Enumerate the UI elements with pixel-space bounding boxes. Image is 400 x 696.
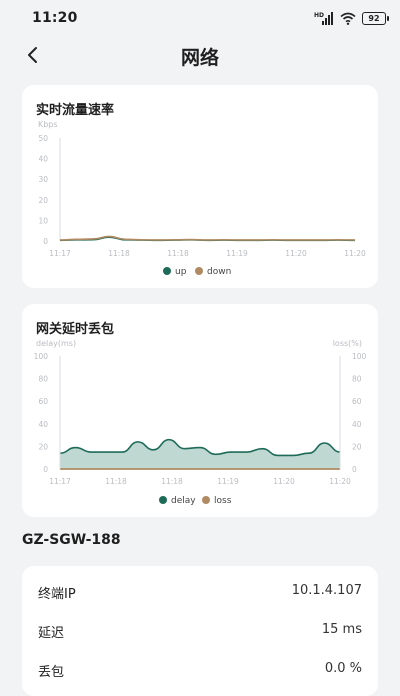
traffic-rate-title: 实时流量速率 [36,103,115,118]
x-tick-label: 11:20 [273,477,295,486]
status-icons: HD 92 [314,10,389,26]
legend-label-loss: loss [214,496,232,506]
x-tick-label: 11:18 [105,477,127,486]
y-tick-label: 100 [34,352,49,361]
battery-icon: 92 [362,11,389,25]
device-info-card: 终端IP 10.1.4.107 延迟 15 ms 丢包 0.0 % [22,566,378,696]
info-row-latency: 延迟 15 ms [22,611,378,649]
network-type-label: HD [314,12,324,19]
y-tick-label: 20 [38,196,48,205]
x-tick-label: 11:20 [344,249,366,258]
gateway-latency-card: delay(ms) loss(%) 0 20 40 60 80 100 0 20 40 60 80… [22,304,378,517]
x-tick-label: 11:17 [49,249,71,258]
legend-dot-delay [159,496,167,504]
y-tick-label: 40 [38,155,48,164]
x-tick-label: 11:18 [161,477,183,486]
x-tick-label: 11:19 [226,249,248,258]
y2-tick-label: 100 [352,352,367,361]
y2-tick-label: 80 [352,375,362,384]
x-tick-label: 11:18 [167,249,189,258]
x-tick-label: 11:18 [108,249,130,258]
right-y-axis-unit: loss(%) [333,339,362,348]
legend-dot-loss [202,496,210,504]
legend-label-up: up [175,267,187,277]
y-tick-label: 10 [38,216,48,225]
legend-label-delay: delay [171,496,196,506]
y-tick-label: 80 [38,375,48,384]
y2-tick-label: 40 [352,420,362,429]
wifi-icon [340,12,356,25]
status-time: 11:20 [32,10,78,26]
info-label: 终端IP [38,587,76,602]
y-tick-label: 0 [43,465,48,474]
y2-tick-label: 0 [352,465,357,474]
info-value: 15 ms [321,622,362,637]
y-tick-label: 20 [38,442,48,451]
gateway-latency-title: 网关延时丢包 [36,322,115,337]
info-value: 0.0 % [324,661,362,676]
page-title: 网络 [180,47,219,69]
legend-dot-up [163,267,171,275]
nav-bar: 网络 [0,36,400,76]
y-tick-label: 0 [43,237,48,246]
legend-dot-down [195,267,203,275]
device-name: GZ-SGW-188 [22,532,121,548]
y2-tick-label: 20 [352,442,362,451]
y-tick-label: 40 [38,420,48,429]
info-value: 10.1.4.107 [291,583,362,598]
info-row-terminal-ip: 终端IP 10.1.4.107 [22,572,378,610]
x-tick-label: 11:20 [285,249,307,258]
y-axis-unit: Kbps [38,120,58,129]
cellular-signal-icon: HD [314,12,333,25]
info-label: 延迟 [38,626,65,641]
status-bar: 11:20 HD 92 [0,0,400,36]
y-tick-label: 60 [38,397,48,406]
traffic-rate-card: Kbps 0 10 20 30 40 50 11:17 11:18 11:18 11:19 11:… [22,85,378,288]
legend-label-down: down [207,267,231,277]
info-row-packet-loss: 丢包 0.0 % [22,650,378,688]
x-tick-label: 11:17 [49,477,71,486]
y-tick-label: 30 [38,175,48,184]
y2-tick-label: 60 [352,397,362,406]
x-tick-label: 11:19 [217,477,239,486]
y-tick-label: 50 [38,134,48,143]
left-y-axis-unit: delay(ms) [36,339,76,348]
info-label: 丢包 [38,665,65,680]
x-tick-label: 11:20 [329,477,351,486]
